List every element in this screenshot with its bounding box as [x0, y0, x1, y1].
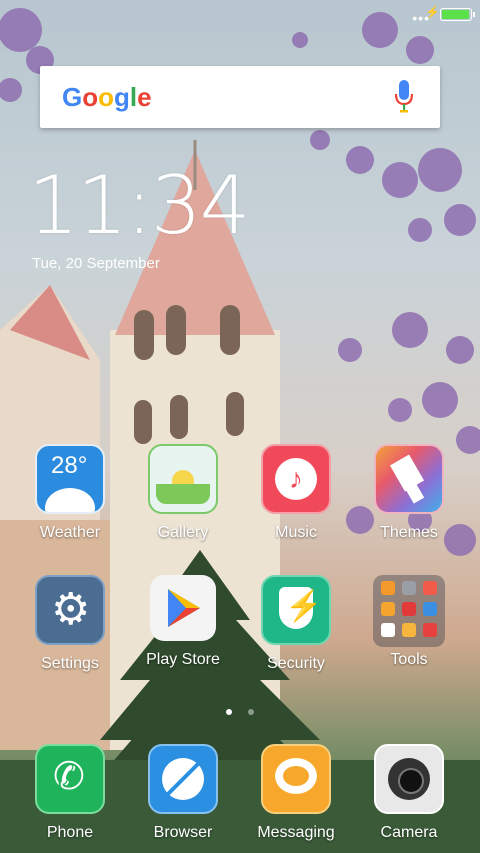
mic-icon[interactable]	[394, 80, 414, 114]
app-settings[interactable]: ⚙ Settings	[14, 575, 126, 673]
dock-camera[interactable]: Camera	[353, 744, 465, 842]
app-label: Settings	[41, 655, 99, 672]
app-label: Security	[267, 655, 325, 672]
clock-date[interactable]: Tue, 20 September	[32, 255, 160, 272]
weather-icon: 28°	[35, 444, 105, 514]
app-weather[interactable]: 28° Weather	[14, 444, 126, 542]
app-gallery[interactable]: Gallery	[127, 444, 239, 542]
dock-browser[interactable]: Browser	[127, 744, 239, 842]
google-search-bar[interactable]: Google	[40, 66, 440, 128]
dock-messaging[interactable]: Messaging	[240, 744, 352, 842]
shield-icon: ⚡	[261, 575, 331, 645]
themes-icon	[374, 444, 444, 514]
app-label: Gallery	[157, 524, 209, 541]
app-themes[interactable]: Themes	[353, 444, 465, 542]
gallery-icon	[148, 444, 218, 514]
browser-icon	[148, 744, 218, 814]
app-label: Music	[275, 524, 317, 541]
app-label: Browser	[153, 824, 213, 841]
app-label: Messaging	[257, 824, 335, 841]
app-play-store[interactable]: Play Store	[127, 575, 239, 669]
gear-icon: ⚙	[35, 575, 105, 645]
app-tools-folder[interactable]: Tools	[353, 575, 465, 669]
page-dot-active	[225, 709, 232, 715]
message-icon	[261, 744, 331, 814]
google-logo: Google	[62, 82, 152, 112]
camera-icon	[374, 744, 444, 814]
page-dot	[248, 709, 255, 715]
music-icon: ♪	[261, 444, 331, 514]
app-label: Phone	[46, 824, 94, 841]
status-bar: ••• ⚡	[0, 0, 480, 26]
app-label: Weather	[39, 524, 101, 541]
app-label: Camera	[380, 824, 438, 841]
page-indicator	[0, 702, 480, 720]
phone-icon: ✆	[35, 744, 105, 814]
battery-icon	[440, 8, 475, 21]
app-music[interactable]: ♪ Music	[240, 444, 352, 542]
play-store-icon	[150, 575, 216, 641]
tools-folder-icon	[373, 575, 445, 647]
app-label: Play Store	[146, 651, 220, 668]
clock-time[interactable]: 11:34	[28, 166, 251, 246]
weather-temp: 28°	[51, 452, 88, 479]
app-label: Tools	[390, 651, 428, 668]
app-label: Themes	[380, 524, 438, 541]
app-security[interactable]: ⚡ Security	[240, 575, 352, 673]
charging-icon: ⚡	[425, 5, 440, 19]
dock-phone[interactable]: ✆ Phone	[14, 744, 126, 842]
